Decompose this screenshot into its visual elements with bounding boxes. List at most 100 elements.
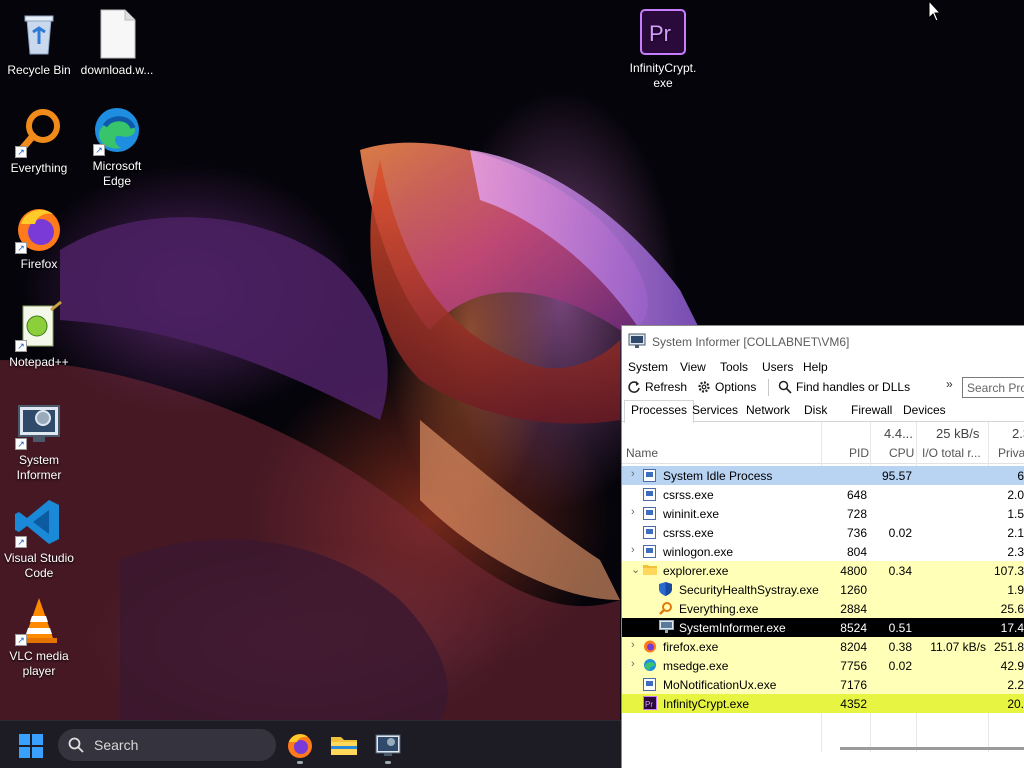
process-pid: 736 xyxy=(846,526,867,540)
process-row[interactable]: › firefox.exe 8204 0.38 11.07 kB/s 251.8 xyxy=(622,637,1024,656)
tab-firewall[interactable]: Firewall xyxy=(847,403,896,417)
menu-tools[interactable]: Tools xyxy=(720,360,748,374)
desktop-icon-edge[interactable]: ↗ Microsoft Edge xyxy=(78,104,156,189)
everything-search-icon: ↗ xyxy=(13,106,65,158)
process-row[interactable]: csrss.exe 736 0.02 2.1 xyxy=(622,523,1024,542)
process-row[interactable]: › msedge.exe 7756 0.02 42.9 xyxy=(622,656,1024,675)
tab-services[interactable]: Services xyxy=(688,403,742,417)
svg-text:Pr: Pr xyxy=(649,21,671,46)
refresh-button[interactable]: Refresh xyxy=(627,380,687,394)
process-name: wininit.exe xyxy=(663,507,720,521)
desktop-icon-download-file[interactable]: download.w... xyxy=(78,8,156,78)
desktop-icon-vscode[interactable]: ↗ Visual Studio Code xyxy=(0,496,78,581)
column-cpu[interactable]: CPU xyxy=(889,446,914,460)
desktop-icon-notepadpp[interactable]: ↗ Notepad++ xyxy=(0,300,78,370)
expand-chevron-icon[interactable]: › xyxy=(631,639,635,651)
file-icon xyxy=(91,8,143,60)
firefox-icon: ↗ xyxy=(13,202,65,254)
window-process-icon xyxy=(643,678,656,691)
process-private-bytes: 2.1 xyxy=(1007,526,1024,540)
process-private-bytes: 107.3 xyxy=(993,564,1024,578)
column-name[interactable]: Name xyxy=(626,446,658,460)
process-pid: 8204 xyxy=(840,640,867,654)
expand-chevron-icon[interactable]: › xyxy=(631,468,635,480)
menu-system[interactable]: System xyxy=(628,360,668,374)
process-row[interactable]: MoNotificationUx.exe 7176 2.2 xyxy=(622,675,1024,694)
process-private-bytes: 1.9 xyxy=(1007,583,1024,597)
taskbar: Search xyxy=(0,720,622,768)
process-private-bytes: 25.6 xyxy=(1000,602,1024,616)
process-row[interactable]: Pr InfinityCrypt.exe 4352 20. xyxy=(622,694,1024,713)
taskbar-app-firefox[interactable] xyxy=(284,729,316,764)
refresh-icon xyxy=(628,381,640,393)
desktop-icon-label: Notepad++ xyxy=(9,355,69,369)
process-pid: 7756 xyxy=(840,659,867,673)
desktop-icon-infinitycrypt[interactable]: Pr InfinityCrypt. exe xyxy=(624,6,702,91)
expand-chevron-icon[interactable]: › xyxy=(631,544,635,556)
folder-icon xyxy=(331,737,357,755)
horizontal-scrollbar[interactable] xyxy=(840,747,1024,750)
shortcut-arrow-icon: ↗ xyxy=(93,144,105,156)
process-private-bytes: 42.9 xyxy=(1000,659,1024,673)
process-name: firefox.exe xyxy=(663,640,719,654)
column-private-bytes[interactable]: Private bytes xyxy=(998,446,1024,460)
process-row[interactable]: SecurityHealthSystray.exe 1260 1.9 xyxy=(622,580,1024,599)
desktop-icon-label: Firefox xyxy=(20,257,58,271)
options-label: Options xyxy=(715,380,757,394)
desktop-icon-firefox[interactable]: ↗ Firefox xyxy=(0,202,78,272)
process-pid: 4800 xyxy=(840,564,867,578)
process-cpu: 95.57 xyxy=(881,469,912,483)
menu-users[interactable]: Users xyxy=(762,360,793,374)
cpu-total: 4.4... xyxy=(884,426,913,441)
desktop-icon-label-line1: Microsoft xyxy=(92,159,142,173)
toolbar-overflow-chevron[interactable]: » xyxy=(946,377,953,391)
desktop-icon-everything[interactable]: ↗ Everything xyxy=(0,106,78,176)
options-button[interactable]: Options xyxy=(697,380,756,394)
process-cpu: 0.51 xyxy=(888,621,912,635)
tab-disk[interactable]: Disk xyxy=(800,403,831,417)
vlc-icon: ↗ xyxy=(13,594,65,646)
desktop-icon-label-line2: exe xyxy=(653,76,673,90)
desktop-icon-recycle-bin[interactable]: Recycle Bin xyxy=(0,8,78,78)
window-titlebar[interactable]: System Informer [COLLABNET\VM6] xyxy=(622,326,1024,356)
tab-network[interactable]: Network xyxy=(742,403,794,417)
process-row[interactable]: › System Idle Process 95.57 6 xyxy=(622,466,1024,485)
menu-help[interactable]: Help xyxy=(803,360,828,374)
process-row[interactable]: ⌄ explorer.exe 4800 0.34 107.3 xyxy=(622,561,1024,580)
search-processes-input[interactable]: Search Processes xyxy=(962,377,1024,398)
process-name: MoNotificationUx.exe xyxy=(663,678,777,692)
tab-processes[interactable]: Processes xyxy=(624,400,695,423)
column-pid[interactable]: PID xyxy=(849,446,869,460)
shortcut-arrow-icon: ↗ xyxy=(15,146,27,158)
taskbar-app-system-informer[interactable] xyxy=(372,729,404,764)
process-row[interactable]: SystemInformer.exe 8524 0.51 17.4 xyxy=(622,618,1024,637)
desktop-icon-system-informer[interactable]: ↗ System Informer xyxy=(0,398,78,483)
taskbar-search-box[interactable]: Search xyxy=(58,729,276,761)
process-row[interactable]: › winlogon.exe 804 2.3 xyxy=(622,542,1024,561)
taskbar-app-file-explorer[interactable] xyxy=(328,729,360,761)
process-row[interactable]: Everything.exe 2884 25.6 xyxy=(622,599,1024,618)
premiere-pro-icon: Pr xyxy=(637,6,689,58)
process-row[interactable]: csrss.exe 648 2.0 xyxy=(622,485,1024,504)
io-total: 25 kB/s xyxy=(936,426,980,441)
toolbar: Refresh Options Find handles or DLLs » S… xyxy=(622,376,1024,398)
firefox-icon xyxy=(643,639,656,653)
column-io-total[interactable]: I/O total r... xyxy=(922,446,981,460)
process-private-bytes: 20. xyxy=(1007,697,1024,711)
tab-devices[interactable]: Devices xyxy=(899,403,950,417)
find-handles-button[interactable]: Find handles or DLLs xyxy=(778,380,910,394)
shortcut-arrow-icon: ↗ xyxy=(15,536,27,548)
process-name: explorer.exe xyxy=(663,564,729,578)
system-informer-window: System Informer [COLLABNET\VM6] System V… xyxy=(621,325,1024,768)
collapse-chevron-icon[interactable]: ⌄ xyxy=(631,563,640,576)
desktop-icon-vlc[interactable]: ↗ VLC media player xyxy=(0,594,78,679)
window-process-icon xyxy=(643,469,656,482)
process-name: Everything.exe xyxy=(679,602,759,616)
expand-chevron-icon[interactable]: › xyxy=(631,658,635,670)
windows-start-icon[interactable] xyxy=(18,733,44,759)
menu-view[interactable]: View xyxy=(680,360,706,374)
tab-strip: Processes Services Network Disk Firewall… xyxy=(622,400,1024,423)
process-row[interactable]: › wininit.exe 728 1.5 xyxy=(622,504,1024,523)
svg-text:Pr: Pr xyxy=(645,700,653,709)
expand-chevron-icon[interactable]: › xyxy=(631,506,635,518)
